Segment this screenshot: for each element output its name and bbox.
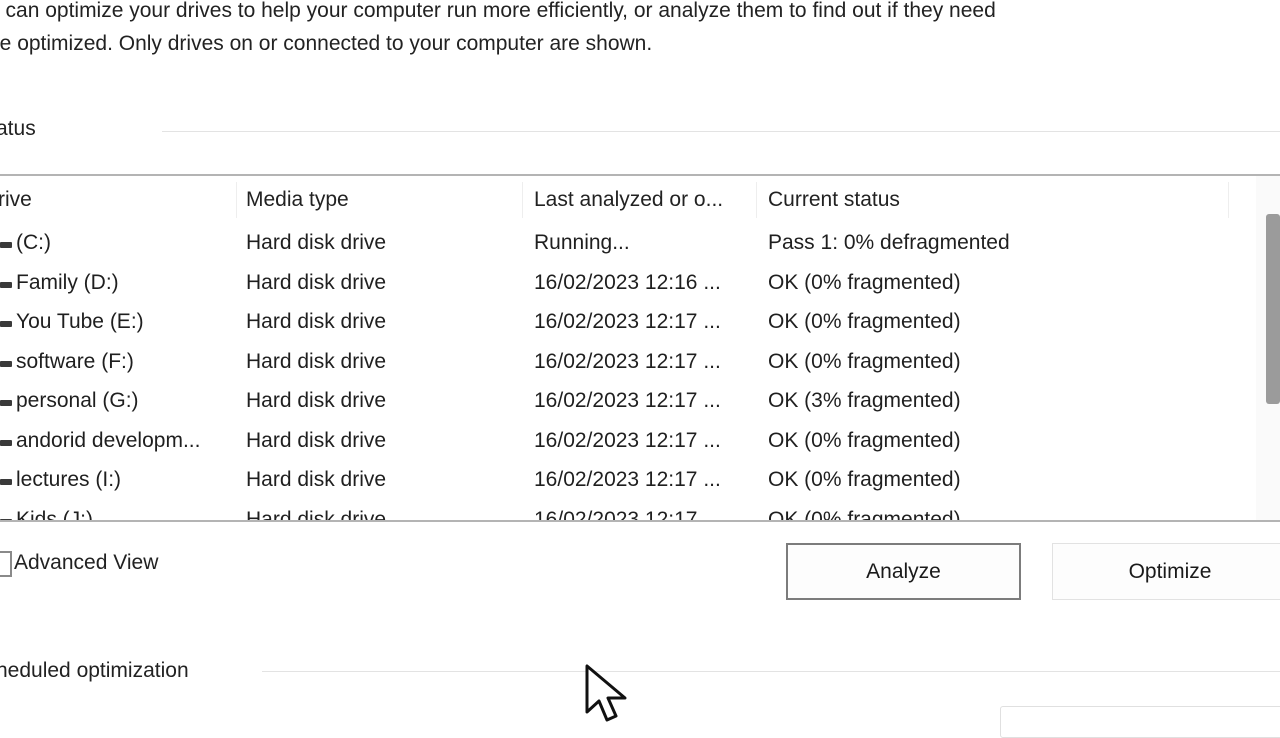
analyze-button[interactable]: Analyze: [786, 543, 1021, 600]
cell-drive: andorid developm...: [16, 429, 201, 452]
table-row[interactable]: Kids (J:) Hard disk drive 16/02/2023 12:…: [0, 501, 1252, 522]
scrollbar-thumb[interactable]: [1266, 214, 1280, 404]
table-row[interactable]: andorid developm... Hard disk drive 16/0…: [0, 422, 1252, 462]
drive-icon: [0, 400, 12, 406]
drive-icon: [0, 361, 12, 367]
scheduled-section-divider: [262, 671, 1280, 672]
drive-icon: [0, 282, 12, 288]
advanced-view-label[interactable]: Advanced View: [14, 551, 158, 575]
cell-drive: Kids (J:): [16, 508, 94, 522]
change-settings-button[interactable]: [1000, 706, 1280, 738]
cell-drive: lectures (I:): [16, 468, 122, 491]
cell-last-analyzed: 16/02/2023 12:16 ...: [534, 271, 721, 294]
cell-current-status: OK (0% fragmented): [768, 429, 961, 452]
cell-current-status: Pass 1: 0% defragmented: [768, 231, 1010, 254]
table-row[interactable]: You Tube (E:) Hard disk drive 16/02/2023…: [0, 303, 1252, 343]
cell-drive: software (F:): [16, 350, 134, 373]
cell-media-type: Hard disk drive: [246, 508, 387, 522]
cell-current-status: OK (0% fragmented): [768, 350, 961, 373]
table-row[interactable]: lectures (I:) Hard disk drive 16/02/2023…: [0, 461, 1252, 501]
table-row[interactable]: personal (G:) Hard disk drive 16/02/2023…: [0, 382, 1252, 422]
column-separator[interactable]: [756, 182, 757, 218]
column-header-media-type[interactable]: Media type: [246, 188, 349, 212]
table-row[interactable]: Family (D:) Hard disk drive 16/02/2023 1…: [0, 264, 1252, 304]
cell-current-status: OK (0% fragmented): [768, 271, 961, 294]
cell-last-analyzed: 16/02/2023 12:17 ...: [534, 310, 721, 333]
cell-current-status: OK (0% fragmented): [768, 468, 961, 491]
column-separator[interactable]: [236, 182, 237, 218]
column-header-current-status[interactable]: Current status: [768, 188, 900, 212]
table-row[interactable]: software (F:) Hard disk drive 16/02/2023…: [0, 343, 1252, 383]
cell-media-type: Hard disk drive: [246, 468, 387, 491]
vertical-scrollbar[interactable]: [1256, 176, 1280, 520]
drive-icon: [0, 479, 12, 485]
drive-icon: [0, 440, 12, 446]
drive-icon: [0, 519, 12, 520]
advanced-view-checkbox[interactable]: [0, 551, 12, 577]
cell-media-type: Hard disk drive: [246, 350, 387, 373]
drives-list[interactable]: rive Media type Last analyzed or o... Cu…: [0, 174, 1280, 522]
drive-icon: [0, 321, 12, 327]
cell-media-type: Hard disk drive: [246, 389, 387, 412]
mouse-pointer-icon: [585, 664, 627, 722]
cell-media-type: Hard disk drive: [246, 310, 387, 333]
cell-drive: Family (D:): [16, 271, 119, 294]
column-header-drive[interactable]: rive: [0, 188, 32, 212]
column-separator[interactable]: [1228, 182, 1229, 218]
description-line-1: u can optimize your drives to help your …: [0, 0, 996, 22]
cell-drive: (C:): [16, 231, 51, 254]
optimize-button[interactable]: Optimize: [1052, 543, 1280, 600]
cell-last-analyzed: 16/02/2023 12:17 ...: [534, 389, 721, 412]
cell-current-status: OK (0% fragmented): [768, 508, 961, 522]
table-row[interactable]: (C:) Hard disk drive Running... Pass 1: …: [0, 224, 1252, 264]
cell-media-type: Hard disk drive: [246, 429, 387, 452]
cell-drive: You Tube (E:): [16, 310, 144, 333]
description-line-2: be optimized. Only drives on or connecte…: [0, 32, 653, 55]
status-section-label: atus: [0, 117, 36, 140]
description: u can optimize your drives to help your …: [0, 0, 996, 60]
cell-current-status: OK (0% fragmented): [768, 310, 961, 333]
cell-last-analyzed: 16/02/2023 12:17 ...: [534, 350, 721, 373]
column-separator[interactable]: [522, 182, 523, 218]
cell-drive: personal (G:): [16, 389, 139, 412]
scheduled-optimization-label: heduled optimization: [0, 659, 189, 682]
column-header-last-analyzed[interactable]: Last analyzed or o...: [534, 188, 723, 212]
cell-media-type: Hard disk drive: [246, 271, 387, 294]
drive-icon: [0, 242, 12, 248]
status-section-divider: [162, 131, 1280, 132]
cell-last-analyzed: 16/02/2023 12:17 ...: [534, 429, 721, 452]
cell-media-type: Hard disk drive: [246, 231, 387, 254]
cell-current-status: OK (3% fragmented): [768, 389, 961, 412]
cell-last-analyzed: 16/02/2023 12:17 ...: [534, 508, 721, 522]
cell-last-analyzed: Running...: [534, 231, 630, 254]
cell-last-analyzed: 16/02/2023 12:17 ...: [534, 468, 721, 491]
